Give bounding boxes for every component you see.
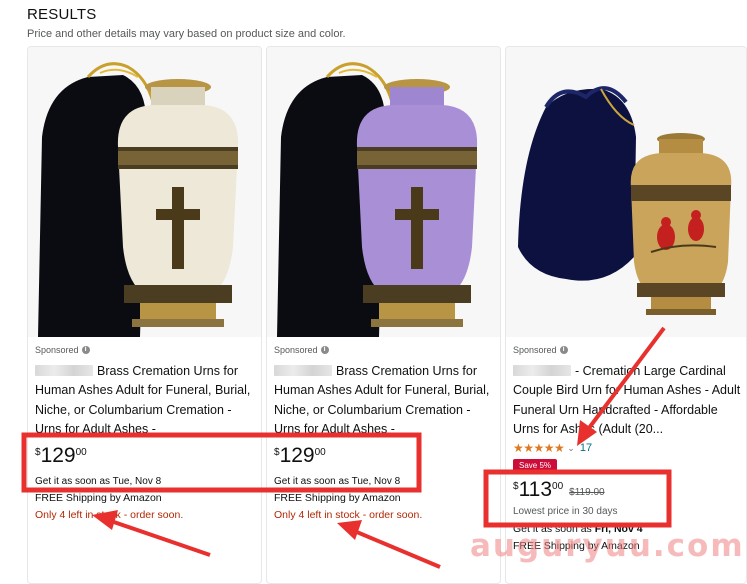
product-title-3[interactable]: - Cremation Large Cardinal Couple Bird U…	[513, 362, 742, 439]
free-shipping: FREE Shipping by Amazon	[35, 492, 162, 504]
product-info-2: Sponsored i Brass Cremation Urns for Hum…	[274, 345, 496, 521]
product-card-1[interactable]: Sponsored i Brass Cremation Urns for Hum…	[27, 46, 262, 584]
product-info-1: Sponsored i Brass Cremation Urns for Hum…	[35, 345, 257, 521]
blurred-brand	[274, 365, 332, 376]
results-subtitle: Price and other details may vary based o…	[27, 28, 346, 40]
product-price-1[interactable]: $ 129 00	[35, 444, 257, 474]
stock-status: Only 4 left in stock - order soon.	[274, 509, 423, 521]
product-title-2[interactable]: Brass Cremation Urns for Human Ashes Adu…	[274, 362, 496, 439]
product-price-3[interactable]: $ 113 00 $119.00	[513, 479, 742, 503]
lowest-price-note: Lowest price in 30 days	[513, 506, 618, 517]
product-image-1[interactable]	[28, 47, 261, 337]
delivery-date: Get it as soon as Tue, Nov 8	[274, 476, 401, 487]
free-shipping: FREE Shipping by Amazon	[274, 492, 401, 504]
rating-count[interactable]: 17	[580, 442, 592, 454]
product-image-3[interactable]	[506, 47, 746, 337]
product-title-1[interactable]: Brass Cremation Urns for Human Ashes Adu…	[35, 362, 257, 439]
list-price: $119.00	[569, 487, 605, 498]
blurred-brand	[513, 365, 571, 376]
save-badge: Save 5%	[513, 459, 558, 473]
chevron-down-icon[interactable]: ⌄	[567, 443, 575, 454]
product-image-2[interactable]	[267, 47, 500, 337]
results-title: RESULTS	[27, 6, 97, 23]
sponsored-label[interactable]: Sponsored i	[513, 345, 742, 355]
info-icon[interactable]: i	[320, 346, 329, 354]
watermark: auguryuu.com	[470, 528, 745, 564]
sponsored-label[interactable]: Sponsored i	[274, 345, 496, 355]
info-icon[interactable]: i	[559, 346, 568, 354]
stock-status: Only 4 left in stock - order soon.	[35, 509, 184, 521]
sponsored-label[interactable]: Sponsored i	[35, 345, 257, 355]
star-rating-icon[interactable]: ★★★★★	[513, 441, 565, 455]
delivery-date: Get it as soon as Tue, Nov 8	[35, 476, 162, 487]
product-info-3: Sponsored i - Cremation Large Cardinal C…	[513, 345, 742, 552]
results-header: RESULTS Price and other details may vary…	[27, 6, 346, 40]
blurred-brand	[35, 365, 93, 376]
info-icon[interactable]: i	[81, 346, 90, 354]
product-card-3[interactable]: Sponsored i - Cremation Large Cardinal C…	[505, 46, 747, 584]
product-card-2[interactable]: Sponsored i Brass Cremation Urns for Hum…	[266, 46, 501, 584]
rating-row[interactable]: ★★★★★ ⌄ 17	[513, 441, 742, 455]
product-price-2[interactable]: $ 129 00	[274, 444, 496, 474]
